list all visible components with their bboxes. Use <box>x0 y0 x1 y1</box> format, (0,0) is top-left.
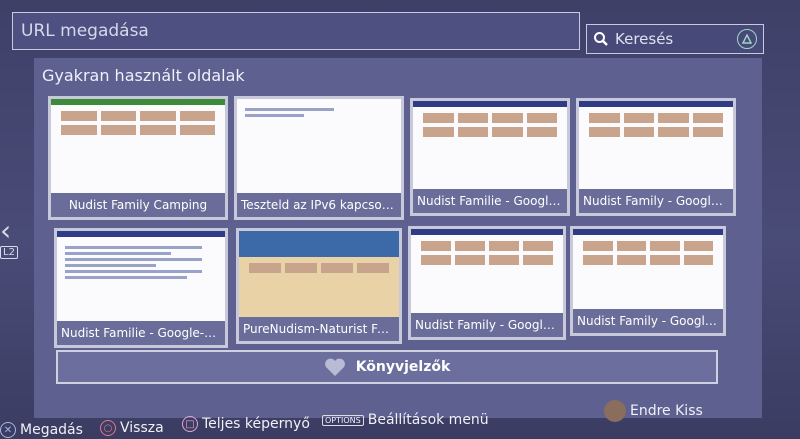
tile-caption: Nudist Family - Google-ke... <box>579 189 733 213</box>
search-label: Keresés <box>615 30 674 48</box>
section-title: Gyakran használt oldalak <box>42 66 245 85</box>
footer-back-label: Vissza <box>120 420 164 436</box>
tile-caption: Nudist Family - Google-ke... <box>411 313 563 337</box>
tile-caption: Nudist Family - Google-ke... <box>573 309 723 333</box>
footer-bar: ✕ Megadás ○ Vissza □ Teljes képernyő OPT… <box>0 400 800 439</box>
l2-label: L2 <box>0 246 18 259</box>
tile-caption: PureNudism-Naturist Fam... <box>239 317 399 341</box>
footer-fullscreen-label: Teljes képernyő <box>202 416 310 432</box>
bookmarks-label: Könyvjelzők <box>355 359 451 375</box>
tile-thumbnail <box>411 229 563 315</box>
url-input[interactable] <box>19 20 579 42</box>
heart-icon <box>324 358 345 376</box>
cross-icon: ✕ <box>0 422 16 438</box>
tile-3[interactable]: Nudist Familie - Google-k... <box>410 98 570 216</box>
url-bar[interactable] <box>12 12 580 50</box>
tile-caption: Nudist Family Camping <box>51 193 225 217</box>
tile-thumbnail <box>237 99 401 195</box>
user-profile[interactable]: Endre Kiss <box>604 400 703 422</box>
footer-fullscreen[interactable]: □ Teljes képernyő <box>182 416 310 432</box>
avatar <box>604 400 626 422</box>
tile-thumbnail <box>239 231 399 319</box>
search-box[interactable]: Keresés <box>586 24 764 54</box>
tile-caption: Nudist Familie - Google-k... <box>57 321 225 345</box>
tile-8[interactable]: Nudist Family - Google-ke... <box>570 226 726 336</box>
tile-5[interactable]: Nudist Familie - Google-k... <box>54 228 228 348</box>
tile-6[interactable]: PureNudism-Naturist Fam... <box>236 228 402 344</box>
tile-thumbnail <box>413 101 567 191</box>
user-name: Endre Kiss <box>630 403 703 419</box>
tile-caption: Nudist Familie - Google-k... <box>413 189 567 213</box>
tile-7[interactable]: Nudist Family - Google-ke... <box>408 226 566 340</box>
search-icon <box>594 32 608 46</box>
tile-2[interactable]: Teszteld az IPv6 kapcsolat... <box>234 96 404 220</box>
bookmarks-button[interactable]: Könyvjelzők <box>56 350 718 384</box>
triangle-icon <box>742 34 752 44</box>
chevron-left-icon[interactable]: ‹ <box>0 214 11 247</box>
triangle-button[interactable] <box>737 29 757 49</box>
tile-thumbnail <box>573 229 723 311</box>
tile-4[interactable]: Nudist Family - Google-ke... <box>576 98 736 216</box>
options-badge: OPTIONS <box>322 414 364 426</box>
tile-thumbnail <box>579 101 733 191</box>
footer-enter-label: Megadás <box>20 422 83 438</box>
square-icon: □ <box>182 416 198 432</box>
tile-caption: Teszteld az IPv6 kapcsolat... <box>237 193 401 217</box>
tile-thumbnail <box>51 99 225 195</box>
footer-options[interactable]: OPTIONS Beállítások menü <box>322 412 489 428</box>
tile-1[interactable]: Nudist Family Camping <box>48 96 228 220</box>
footer-options-label: Beállítások menü <box>367 412 489 428</box>
circle-icon: ○ <box>100 420 116 436</box>
tile-thumbnail <box>57 231 225 323</box>
footer-enter[interactable]: ✕ Megadás <box>0 422 83 438</box>
footer-back[interactable]: ○ Vissza <box>100 420 164 436</box>
